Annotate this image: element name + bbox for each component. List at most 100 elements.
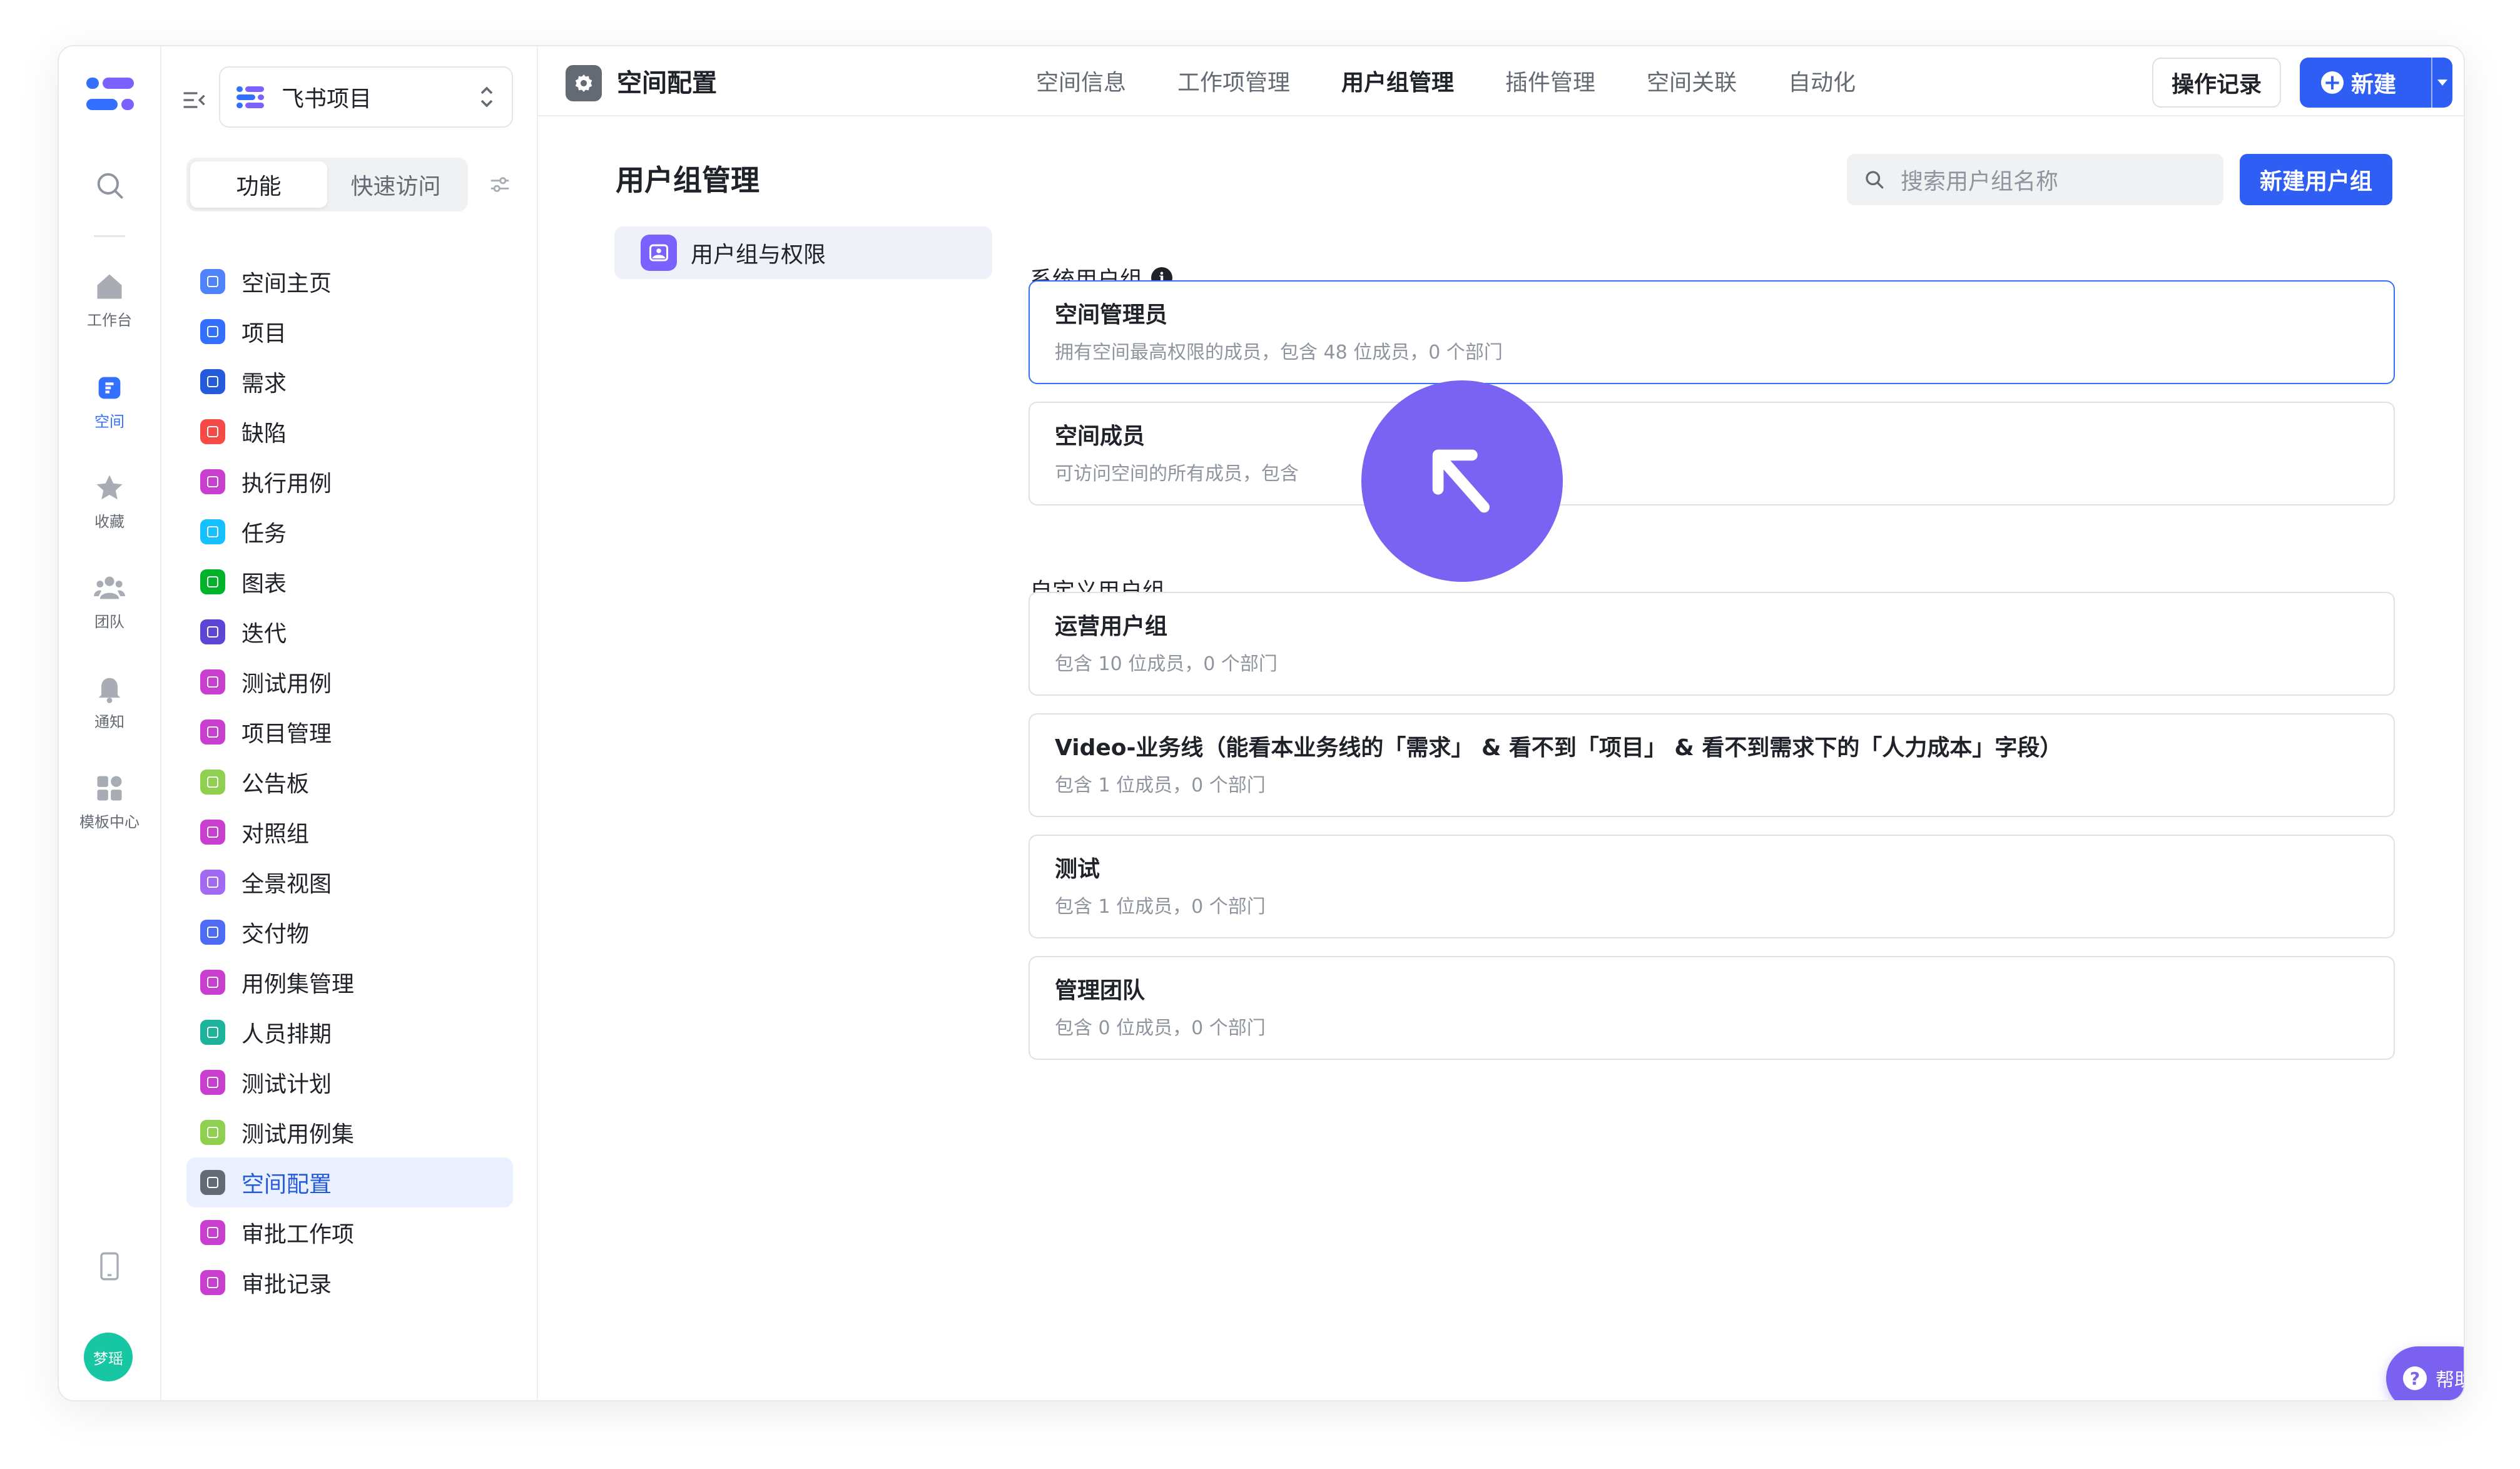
search-icon xyxy=(1866,171,1884,189)
sidebar-item[interactable]: 项目 xyxy=(186,307,513,357)
config-tab[interactable]: 空间信息 xyxy=(1036,46,1126,115)
sidebar-item[interactable]: 测试用例 xyxy=(186,657,513,707)
create-user-group-button[interactable]: 新建用户组 xyxy=(2240,154,2392,205)
rail-item-space[interactable]: 空间 xyxy=(59,372,160,431)
user-group-card[interactable]: 管理团队 包含 0 位成员，0 个部门 xyxy=(1029,956,2395,1060)
sidebar-item[interactable]: 迭代 xyxy=(186,607,513,657)
nav-item-icon xyxy=(200,419,225,444)
perm-nav-label: 用户组与权限 xyxy=(691,242,826,268)
sidebar-nav: 空间主页项目需求缺陷执行用例任务 图表 迭代 测试用例项目管理公告板 对照组全景视图交付… xyxy=(186,257,513,1308)
click-indicator xyxy=(1361,380,1563,582)
segment-quick-access[interactable]: 快速访问 xyxy=(327,161,464,208)
sidebar-item[interactable]: 空间主页 xyxy=(186,257,513,307)
sidebar-item[interactable]: 需求 xyxy=(186,357,513,407)
sidebar-item[interactable]: 用例集管理 xyxy=(186,957,513,1007)
group-description: 拥有空间最高权限的成员，包含 48 位成员，0 个部门 xyxy=(1055,342,1503,363)
sidebar-item-label: 执行用例 xyxy=(241,471,332,497)
sidebar-item[interactable]: 执行用例 xyxy=(186,457,513,507)
segment-functions[interactable]: 功能 xyxy=(190,161,327,208)
space-switcher[interactable]: 飞书项目 xyxy=(219,66,513,128)
rail-item-label: 通知 xyxy=(94,713,124,731)
user-group-card-member[interactable]: 空间成员 可访问空间的所有成员，包含 xyxy=(1029,402,2395,506)
nav-item-icon xyxy=(200,319,225,344)
rail-item-workbench[interactable]: 工作台 xyxy=(59,270,160,330)
rail-item-label: 收藏 xyxy=(94,513,124,531)
star-icon xyxy=(96,475,123,500)
caret-down-icon xyxy=(2437,79,2448,86)
sidebar-item[interactable]: 任务 xyxy=(186,507,513,557)
config-tabs: 空间信息 工作项管理 用户组管理 插件管理 空间关联 自动化 xyxy=(1036,46,1907,115)
sidebar-item-label: 项目 xyxy=(241,321,287,347)
sidebar-item[interactable]: 审批工作项 xyxy=(186,1207,513,1258)
sidebar-item[interactable]: 公告板 xyxy=(186,757,513,807)
nav-item-icon xyxy=(200,719,225,745)
mobile-app-button[interactable] xyxy=(59,1250,160,1283)
user-group-card[interactable]: 测试 包含 1 位成员，0 个部门 xyxy=(1029,835,2395,938)
sliders-icon[interactable] xyxy=(488,173,512,196)
sidebar-item[interactable]: 测试计划 xyxy=(186,1057,513,1107)
search-rail-button[interactable] xyxy=(59,169,160,201)
sidebar-item-label: 用例集管理 xyxy=(241,972,355,997)
cursor-arrow-icon xyxy=(1432,449,1490,513)
search-input[interactable]: 搜索用户组名称 xyxy=(1847,154,2223,205)
rail-item-favorites[interactable]: 收藏 xyxy=(59,472,160,531)
config-tab[interactable]: 用户组管理 xyxy=(1341,46,1454,115)
app-window: 工作台 空间 收藏 团队 通知 模板中心 梦瑶 飞书项目 功能 快速访问 空间主… xyxy=(58,45,2465,1401)
help-button[interactable]: ? 帮助 xyxy=(2386,1346,2464,1400)
nav-item-icon xyxy=(200,519,225,544)
nav-item-icon xyxy=(200,369,225,394)
sidebar-item[interactable]: 图表 xyxy=(186,557,513,607)
sidebar-segment-control: 功能 快速访问 xyxy=(186,158,468,211)
sidebar-item-label: 测试计划 xyxy=(241,1072,332,1097)
sidebar-item-label: 项目管理 xyxy=(241,721,332,747)
plus-icon: + xyxy=(2321,71,2344,94)
rail-item-label: 团队 xyxy=(94,613,124,631)
user-group-icon xyxy=(641,235,677,271)
rail-item-team[interactable]: 团队 xyxy=(59,572,160,631)
sidebar-item-label: 审批工作项 xyxy=(241,1222,355,1248)
space-logo-icon xyxy=(236,86,264,108)
sidebar-item-label: 全景视图 xyxy=(241,872,332,897)
top-header: 空间配置 空间信息 工作项管理 用户组管理 插件管理 空间关联 自动化 操作记录 + 新建 xyxy=(538,46,2464,116)
sidebar-item[interactable]: 全景视图 xyxy=(186,857,513,907)
user-group-card[interactable]: Video-业务线（能看本业务线的「需求」 & 看不到「项目」 & 看不到需求下… xyxy=(1029,713,2395,817)
bell-icon xyxy=(98,678,121,703)
sidebar-item[interactable]: 人员排期 xyxy=(186,1007,513,1057)
sidebar-item-label: 空间配置 xyxy=(241,1172,332,1197)
avatar[interactable]: 梦瑶 xyxy=(84,1333,133,1381)
new-dropdown-button[interactable] xyxy=(2432,74,2452,91)
config-tab[interactable]: 工作项管理 xyxy=(1177,46,1290,115)
new-button[interactable]: + 新建 xyxy=(2300,58,2452,108)
group-description: 包含 10 位成员，0 个部门 xyxy=(1055,653,1278,675)
nav-item-icon xyxy=(200,770,225,795)
collapse-sidebar-icon[interactable] xyxy=(180,86,208,114)
icon-rail: 工作台 空间 收藏 团队 通知 模板中心 梦瑶 xyxy=(59,46,161,1400)
sidebar-item[interactable]: 测试用例集 xyxy=(186,1107,513,1157)
nav-item-icon xyxy=(200,870,225,895)
sidebar-item[interactable]: 审批记录 xyxy=(186,1258,513,1308)
config-tab[interactable]: 自动化 xyxy=(1788,46,1856,115)
sidebar-item[interactable]: 空间配置 xyxy=(186,1157,513,1207)
new-button-label: 新建 xyxy=(2351,72,2397,98)
rail-item-templates[interactable]: 模板中心 xyxy=(59,772,160,831)
new-button-main[interactable]: + 新建 xyxy=(2300,66,2431,99)
user-group-card-admin[interactable]: 空间管理员 拥有空间最高权限的成员，包含 48 位成员，0 个部门 xyxy=(1029,280,2395,384)
config-tab[interactable]: 空间关联 xyxy=(1647,46,1737,115)
group-name: 空间成员 xyxy=(1055,424,1146,449)
config-tab[interactable]: 插件管理 xyxy=(1505,46,1595,115)
user-group-permissions-nav-item[interactable]: 用户组与权限 xyxy=(614,226,992,279)
help-label: 帮助 xyxy=(2436,1370,2464,1391)
user-group-card[interactable]: 运营用户组 包含 10 位成员，0 个部门 xyxy=(1029,592,2395,696)
nav-item-icon xyxy=(200,1020,225,1045)
rail-item-notifications[interactable]: 通知 xyxy=(59,672,160,731)
sidebar-item[interactable]: 项目管理 xyxy=(186,707,513,757)
app-logo-icon[interactable] xyxy=(85,74,135,116)
nav-item-icon xyxy=(200,970,225,995)
sidebar-item-label: 缺陷 xyxy=(241,421,287,447)
template-grid-icon xyxy=(97,776,122,801)
operation-log-button[interactable]: 操作记录 xyxy=(2152,58,2281,108)
sidebar-item[interactable]: 缺陷 xyxy=(186,407,513,457)
nav-item-icon xyxy=(200,920,225,945)
sidebar-item[interactable]: 交付物 xyxy=(186,907,513,957)
sidebar-item[interactable]: 对照组 xyxy=(186,807,513,857)
